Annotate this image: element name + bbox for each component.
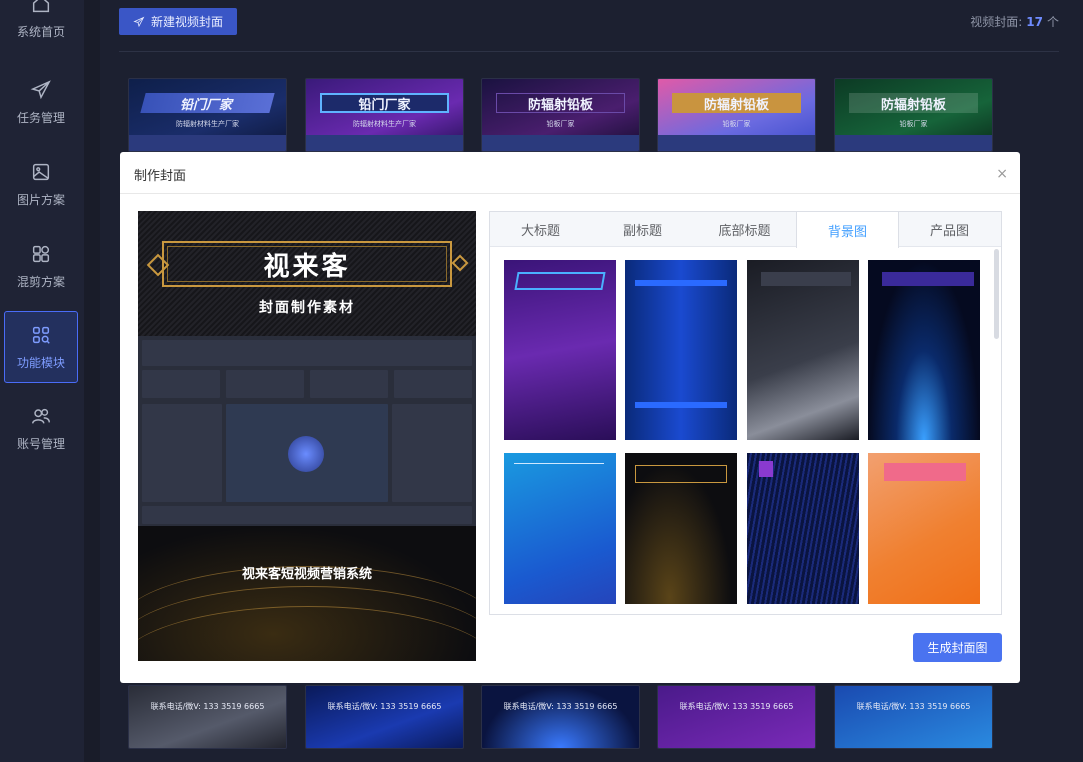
- cover-subtitle: 防辐射材料生产厂家: [353, 120, 416, 128]
- cover-card[interactable]: 联系电话/微V: 133 3519 6665: [305, 685, 464, 749]
- send-icon: [30, 79, 51, 99]
- preview-title-frame: 视来客: [162, 241, 452, 287]
- tab-main-title[interactable]: 大标题: [490, 212, 592, 247]
- background-thumb[interactable]: [868, 453, 980, 604]
- preview-bottom-title: 视来客短视频营销系统: [241, 567, 372, 582]
- background-grid: [504, 260, 982, 604]
- image-icon: [32, 163, 50, 180]
- generate-cover-button[interactable]: 生成封面图: [913, 633, 1002, 662]
- cover-band: [306, 135, 463, 151]
- cover-card[interactable]: 联系电话/微V: 133 3519 6665: [481, 685, 640, 749]
- background-thumb[interactable]: [504, 260, 616, 440]
- cover-phone: 联系电话/微V: 133 3519 6665: [150, 702, 265, 711]
- preview-title: 视来客: [263, 251, 351, 282]
- sidebar-item-label: 账号管理: [16, 436, 65, 451]
- home-icon: [32, 0, 50, 12]
- sidebar-item-modules[interactable]: 功能模块: [4, 311, 78, 383]
- preview-subtitle: 封面制作素材: [259, 300, 355, 316]
- cover-card[interactable]: 联系电话/微V: 133 3519 6665: [128, 685, 287, 749]
- cover-card[interactable]: 防辐射铅板 铅板厂家: [834, 78, 993, 152]
- close-icon[interactable]: ×: [996, 166, 1008, 182]
- cover-card[interactable]: 联系电话/微V: 133 3519 6665: [834, 685, 993, 749]
- sidebar-item-tasks[interactable]: 任务管理: [4, 66, 78, 138]
- cover-settings-panel: 大标题 副标题 底部标题 背景图 产品图: [489, 211, 1002, 615]
- sidebar-item-label: 任务管理: [16, 110, 65, 125]
- background-thumb[interactable]: [868, 260, 980, 440]
- grid-icon: [32, 245, 50, 262]
- cover-band: [482, 135, 639, 151]
- header-divider: [119, 51, 1059, 52]
- tab-product-image[interactable]: 产品图: [899, 212, 1001, 247]
- sidebar-item-label: 混剪方案: [16, 274, 65, 289]
- dialog-title: 制作封面: [134, 169, 187, 184]
- sidebar-item-label: 图片方案: [16, 192, 65, 207]
- tab-background[interactable]: 背景图: [796, 212, 899, 248]
- cover-phone: 联系电话/微V: 133 3519 6665: [679, 702, 794, 711]
- preview-product-image: [138, 336, 476, 526]
- sidebar-item-mix-plans[interactable]: 混剪方案: [4, 230, 78, 302]
- cover-title: 防辐射铅板: [496, 93, 625, 113]
- cover-count: 视频封面: 17 个: [970, 13, 1059, 30]
- cover-band: [658, 135, 815, 151]
- cover-band: [129, 135, 286, 151]
- background-thumb[interactable]: [625, 260, 737, 440]
- cover-card[interactable]: 防辐射铅板 铅板厂家: [657, 78, 816, 152]
- cover-subtitle: 铅板厂家: [546, 120, 575, 128]
- sidebar-item-label: 功能模块: [16, 355, 65, 370]
- dialog-divider: [120, 193, 1020, 194]
- module-search-icon: [32, 326, 50, 344]
- cover-band: [835, 135, 992, 151]
- background-thumb[interactable]: [747, 260, 859, 440]
- grid-scrollbar[interactable]: [994, 249, 999, 339]
- cover-card[interactable]: 联系电话/微V: 133 3519 6665: [657, 685, 816, 749]
- cover-preview: 视来客 封面制作素材 视来客短视频营销系统: [138, 211, 476, 661]
- cover-count-value: 17: [1026, 15, 1043, 29]
- sidebar-gutter: [84, 0, 100, 762]
- new-video-cover-label: 新建视频封面: [150, 15, 223, 29]
- cover-count-label: 视频封面:: [970, 15, 1023, 29]
- tab-subtitle[interactable]: 副标题: [592, 212, 694, 247]
- users-icon: [32, 408, 50, 424]
- sidebar-item-accounts[interactable]: 账号管理: [4, 392, 78, 464]
- cover-subtitle: 铅板厂家: [899, 120, 928, 128]
- cover-card[interactable]: 铅门厂家 防辐射材料生产厂家: [305, 78, 464, 152]
- background-thumb[interactable]: [625, 453, 737, 604]
- preview-bottom-bg: 视来客短视频营销系统: [138, 526, 476, 661]
- cover-card[interactable]: 防辐射铅板 铅板厂家: [481, 78, 640, 152]
- cover-card[interactable]: 铅门厂家 防辐射材料生产厂家: [128, 78, 287, 152]
- cover-title: 铅门厂家: [320, 93, 449, 113]
- new-video-cover-button[interactable]: 新建视频封面: [119, 8, 237, 35]
- cover-title: 防辐射铅板: [849, 93, 978, 113]
- sidebar-item-image-plans[interactable]: 图片方案: [4, 148, 78, 220]
- cover-title: 铅门厂家: [140, 93, 275, 113]
- make-cover-dialog: 制作封面 × 视来客 封面制作素材 视来客短视频营销系统 大标题 副标题 底部标…: [120, 152, 1020, 683]
- background-thumb[interactable]: [747, 453, 859, 604]
- sidebar-item-label: 系统首页: [16, 24, 65, 39]
- send-icon: [133, 16, 145, 27]
- background-thumb[interactable]: [504, 453, 616, 604]
- cover-subtitle: 防辐射材料生产厂家: [176, 120, 239, 128]
- sidebar: 系统首页 任务管理 图片方案 混剪方案 功能模块 账号管理: [0, 0, 84, 762]
- cover-phone: 联系电话/微V: 133 3519 6665: [856, 702, 971, 711]
- cover-phone: 联系电话/微V: 133 3519 6665: [327, 702, 442, 711]
- cover-phone: 联系电话/微V: 133 3519 6665: [503, 702, 618, 711]
- cover-count-unit: 个: [1046, 15, 1059, 29]
- cover-tabs: 大标题 副标题 底部标题 背景图 产品图: [490, 212, 1001, 248]
- cover-title: 防辐射铅板: [672, 93, 801, 113]
- tab-bottom-title[interactable]: 底部标题: [694, 212, 796, 247]
- cover-subtitle: 铅板厂家: [722, 120, 751, 128]
- sidebar-item-home[interactable]: 系统首页: [4, 0, 78, 52]
